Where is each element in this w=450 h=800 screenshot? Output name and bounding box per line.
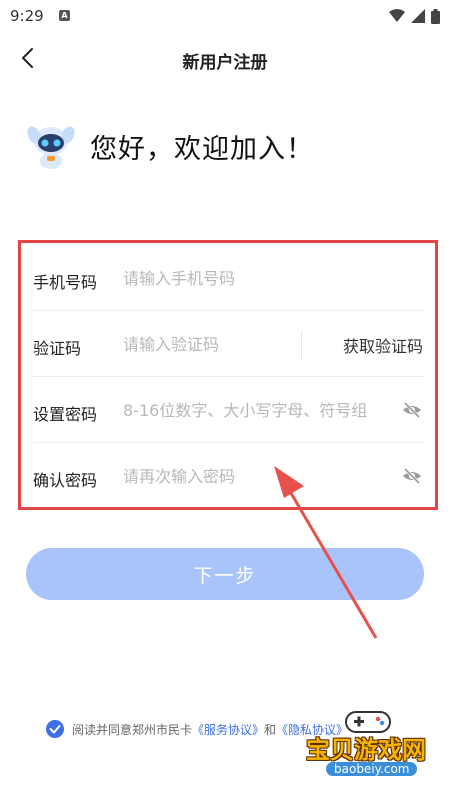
notification-badge: A [61,11,68,20]
code-divider [301,331,302,359]
service-agreement-link[interactable]: 《服务协议》 [192,721,264,738]
confirm-row: 确认密码 [31,443,425,509]
battery-icon [431,8,440,24]
registration-form: 手机号码 验证码 获取验证码 设置密码 确认密码 [18,240,438,510]
greeting-text: 您好，欢迎加入！ [90,133,314,165]
robot-mascot-icon [27,126,75,169]
signal-icon [411,9,425,23]
checkbox-checked-icon[interactable] [46,720,64,738]
agreement-prefix: 阅读并同意郑州市民卡 [72,722,193,737]
phone-row: 手机号码 [31,245,425,311]
watermark-text: 宝贝游戏网 [306,736,426,764]
password-row: 设置密码 [31,377,425,443]
eye-hidden-icon[interactable] [401,399,423,421]
phone-label: 手机号码 [33,273,98,292]
next-step-button[interactable]: 下一步 [26,548,424,600]
watermark: 宝贝游戏网 baobeiy.com [296,706,436,782]
eye-hidden-icon[interactable] [401,465,423,487]
code-label: 验证码 [33,339,82,358]
status-time: 9:29 [10,7,44,25]
confirm-input[interactable] [123,461,393,491]
greeting: 您好，欢迎加入！ [26,118,314,174]
password-input[interactable] [123,395,393,425]
status-icons [389,6,440,26]
code-input[interactable] [123,329,293,359]
wifi-icon [389,9,405,22]
get-code-button[interactable]: 获取验证码 [343,333,423,357]
phone-input[interactable] [123,263,413,293]
watermark-url: baobeiy.com [326,762,418,776]
notification-icon: A [59,10,70,21]
status-bar: 9:29 A [0,0,450,32]
page-title: 新用户注册 [182,53,268,73]
confirm-label: 确认密码 [33,471,98,490]
agreement-conjunction: 和 [264,722,277,737]
password-label: 设置密码 [33,405,98,424]
nav-bar: 新用户注册 [0,36,450,80]
code-row: 验证码 获取验证码 [31,311,425,377]
